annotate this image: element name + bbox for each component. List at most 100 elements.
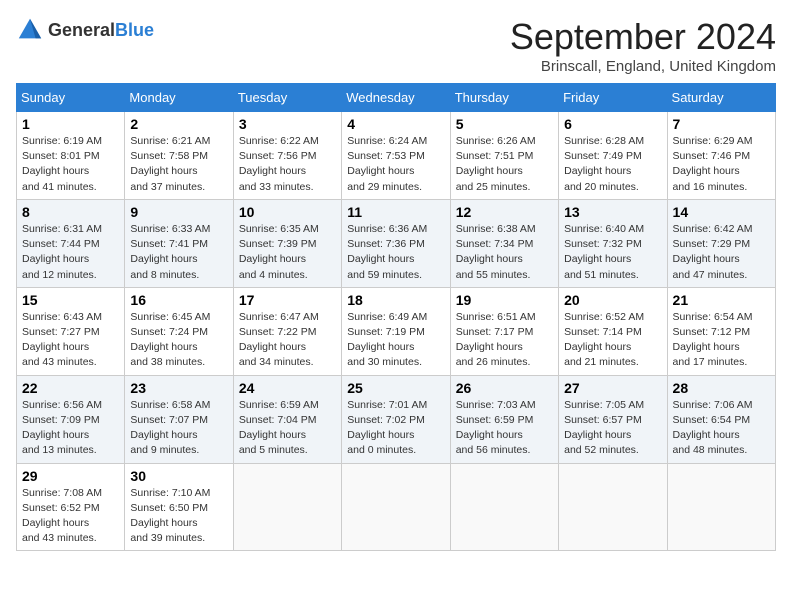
day-number: 22 [22, 380, 119, 396]
calendar-cell: 14 Sunrise: 6:42 AMSunset: 7:29 PMDayligh… [667, 199, 775, 287]
column-header-tuesday: Tuesday [233, 84, 341, 112]
calendar-cell: 23 Sunrise: 6:58 AMSunset: 7:07 PMDayligh… [125, 375, 233, 463]
day-info: Sunrise: 7:10 AMSunset: 6:50 PMDaylight … [130, 486, 227, 547]
day-number: 10 [239, 204, 336, 220]
day-info: Sunrise: 6:36 AMSunset: 7:36 PMDaylight … [347, 222, 444, 283]
day-number: 7 [673, 116, 770, 132]
day-number: 27 [564, 380, 661, 396]
day-info: Sunrise: 6:31 AMSunset: 7:44 PMDaylight … [22, 222, 119, 283]
calendar-cell: 9 Sunrise: 6:33 AMSunset: 7:41 PMDaylight… [125, 199, 233, 287]
calendar-week-5: 29 Sunrise: 7:08 AMSunset: 6:52 PMDayligh… [17, 463, 776, 551]
calendar-cell: 16 Sunrise: 6:45 AMSunset: 7:24 PMDayligh… [125, 287, 233, 375]
day-number: 19 [456, 292, 553, 308]
calendar-cell: 7 Sunrise: 6:29 AMSunset: 7:46 PMDaylight… [667, 112, 775, 200]
column-header-thursday: Thursday [450, 84, 558, 112]
day-info: Sunrise: 6:52 AMSunset: 7:14 PMDaylight … [564, 310, 661, 371]
day-number: 6 [564, 116, 661, 132]
calendar-cell: 1 Sunrise: 6:19 AMSunset: 8:01 PMDaylight… [17, 112, 125, 200]
day-number: 3 [239, 116, 336, 132]
day-info: Sunrise: 6:59 AMSunset: 7:04 PMDaylight … [239, 398, 336, 459]
calendar-cell [342, 463, 450, 551]
column-header-monday: Monday [125, 84, 233, 112]
day-info: Sunrise: 7:08 AMSunset: 6:52 PMDaylight … [22, 486, 119, 547]
calendar-cell: 19 Sunrise: 6:51 AMSunset: 7:17 PMDayligh… [450, 287, 558, 375]
day-number: 8 [22, 204, 119, 220]
calendar-cell: 8 Sunrise: 6:31 AMSunset: 7:44 PMDaylight… [17, 199, 125, 287]
day-number: 2 [130, 116, 227, 132]
day-number: 5 [456, 116, 553, 132]
day-number: 1 [22, 116, 119, 132]
calendar-header-row: SundayMondayTuesdayWednesdayThursdayFrid… [17, 84, 776, 112]
calendar-cell: 20Sunrise: 6:52 AMSunset: 7:14 PMDayligh… [559, 287, 667, 375]
calendar-cell [450, 463, 558, 551]
calendar-week-1: 1 Sunrise: 6:19 AMSunset: 8:01 PMDaylight… [17, 112, 776, 200]
logo-text: GeneralBlue [48, 21, 154, 39]
day-info: Sunrise: 6:22 AMSunset: 7:56 PMDaylight … [239, 134, 336, 195]
day-number: 30 [130, 468, 227, 484]
day-number: 14 [673, 204, 770, 220]
calendar-week-2: 8 Sunrise: 6:31 AMSunset: 7:44 PMDaylight… [17, 199, 776, 287]
day-number: 9 [130, 204, 227, 220]
calendar-cell: 27 Sunrise: 7:05 AMSunset: 6:57 PMDayligh… [559, 375, 667, 463]
column-header-sunday: Sunday [17, 84, 125, 112]
day-info: Sunrise: 7:01 AMSunset: 7:02 PMDaylight … [347, 398, 444, 459]
calendar-cell: 4Sunrise: 6:24 AMSunset: 7:53 PMDaylight… [342, 112, 450, 200]
column-header-friday: Friday [559, 84, 667, 112]
location-title: Brinscall, England, United Kingdom [510, 58, 776, 75]
calendar-week-3: 15Sunrise: 6:43 AMSunset: 7:27 PMDayligh… [17, 287, 776, 375]
calendar-cell: 22 Sunrise: 6:56 AMSunset: 7:09 PMDayligh… [17, 375, 125, 463]
day-number: 13 [564, 204, 661, 220]
column-header-saturday: Saturday [667, 84, 775, 112]
day-number: 17 [239, 292, 336, 308]
day-info: Sunrise: 6:42 AMSunset: 7:29 PMDaylight … [673, 222, 770, 283]
calendar-cell: 10 Sunrise: 6:35 AMSunset: 7:39 PMDayligh… [233, 199, 341, 287]
day-info: Sunrise: 6:28 AMSunset: 7:49 PMDaylight … [564, 134, 661, 195]
calendar-cell: 13Sunrise: 6:40 AMSunset: 7:32 PMDayligh… [559, 199, 667, 287]
day-info: Sunrise: 7:05 AMSunset: 6:57 PMDaylight … [564, 398, 661, 459]
calendar-cell: 6 Sunrise: 6:28 AMSunset: 7:49 PMDaylight… [559, 112, 667, 200]
calendar-cell: 17 Sunrise: 6:47 AMSunset: 7:22 PMDayligh… [233, 287, 341, 375]
day-info: Sunrise: 6:21 AMSunset: 7:58 PMDaylight … [130, 134, 227, 195]
day-info: Sunrise: 7:06 AMSunset: 6:54 PMDaylight … [673, 398, 770, 459]
day-number: 29 [22, 468, 119, 484]
calendar-cell [233, 463, 341, 551]
day-number: 21 [673, 292, 770, 308]
day-info: Sunrise: 6:33 AMSunset: 7:41 PMDaylight … [130, 222, 227, 283]
column-header-wednesday: Wednesday [342, 84, 450, 112]
calendar-cell: 5 Sunrise: 6:26 AMSunset: 7:51 PMDaylight… [450, 112, 558, 200]
day-info: Sunrise: 7:03 AMSunset: 6:59 PMDaylight … [456, 398, 553, 459]
calendar-cell: 18Sunrise: 6:49 AMSunset: 7:19 PMDayligh… [342, 287, 450, 375]
day-info: Sunrise: 6:43 AMSunset: 7:27 PMDaylight … [22, 310, 119, 371]
day-info: Sunrise: 6:51 AMSunset: 7:17 PMDaylight … [456, 310, 553, 371]
calendar-cell: 11 Sunrise: 6:36 AMSunset: 7:36 PMDayligh… [342, 199, 450, 287]
page-header: GeneralBlue September 2024 Brinscall, En… [16, 16, 776, 75]
day-number: 23 [130, 380, 227, 396]
day-info: Sunrise: 6:56 AMSunset: 7:09 PMDaylight … [22, 398, 119, 459]
calendar-cell: 24Sunrise: 6:59 AMSunset: 7:04 PMDayligh… [233, 375, 341, 463]
day-number: 28 [673, 380, 770, 396]
logo-icon [16, 16, 44, 44]
day-info: Sunrise: 6:26 AMSunset: 7:51 PMDaylight … [456, 134, 553, 195]
day-number: 25 [347, 380, 444, 396]
day-info: Sunrise: 6:47 AMSunset: 7:22 PMDaylight … [239, 310, 336, 371]
day-number: 11 [347, 204, 444, 220]
calendar-cell [559, 463, 667, 551]
day-info: Sunrise: 6:45 AMSunset: 7:24 PMDaylight … [130, 310, 227, 371]
day-info: Sunrise: 6:29 AMSunset: 7:46 PMDaylight … [673, 134, 770, 195]
logo: GeneralBlue [16, 16, 154, 44]
calendar-cell: 30 Sunrise: 7:10 AMSunset: 6:50 PMDayligh… [125, 463, 233, 551]
calendar-cell: 21 Sunrise: 6:54 AMSunset: 7:12 PMDayligh… [667, 287, 775, 375]
day-info: Sunrise: 6:54 AMSunset: 7:12 PMDaylight … [673, 310, 770, 371]
day-info: Sunrise: 6:35 AMSunset: 7:39 PMDaylight … [239, 222, 336, 283]
calendar-cell: 12Sunrise: 6:38 AMSunset: 7:34 PMDayligh… [450, 199, 558, 287]
month-title: September 2024 [510, 16, 776, 58]
calendar-cell: 3 Sunrise: 6:22 AMSunset: 7:56 PMDaylight… [233, 112, 341, 200]
day-info: Sunrise: 6:58 AMSunset: 7:07 PMDaylight … [130, 398, 227, 459]
calendar-cell: 2 Sunrise: 6:21 AMSunset: 7:58 PMDaylight… [125, 112, 233, 200]
day-number: 4 [347, 116, 444, 132]
calendar-cell: 26Sunrise: 7:03 AMSunset: 6:59 PMDayligh… [450, 375, 558, 463]
day-number: 16 [130, 292, 227, 308]
day-info: Sunrise: 6:19 AMSunset: 8:01 PMDaylight … [22, 134, 119, 195]
day-info: Sunrise: 6:49 AMSunset: 7:19 PMDaylight … [347, 310, 444, 371]
calendar-week-4: 22 Sunrise: 6:56 AMSunset: 7:09 PMDayligh… [17, 375, 776, 463]
